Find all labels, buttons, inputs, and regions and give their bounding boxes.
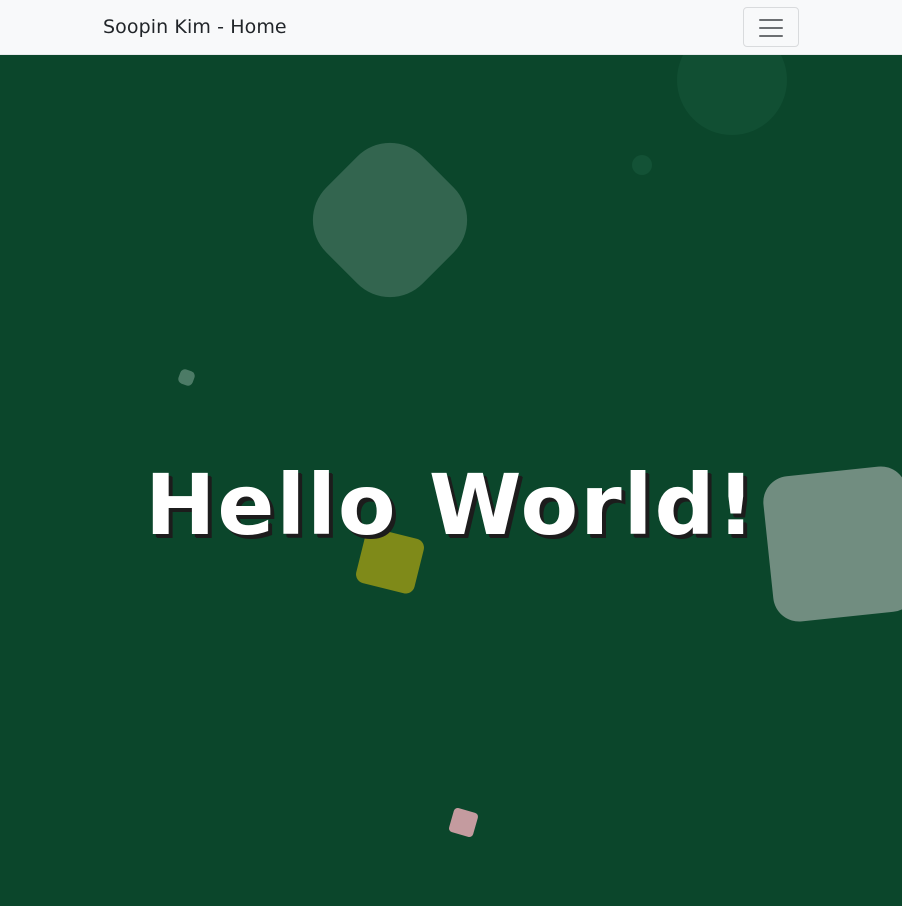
- hero-section: Hello World!: [0, 55, 902, 906]
- decorative-circle-small: [632, 155, 652, 175]
- hero-headline: Hello World!: [145, 456, 757, 554]
- decorative-square-pink: [448, 807, 479, 838]
- decorative-blob-large: [293, 123, 487, 317]
- decorative-dot: [176, 367, 197, 388]
- navbar: Soopin Kim - Home: [0, 0, 902, 55]
- navbar-brand[interactable]: Soopin Kim - Home: [103, 14, 287, 40]
- decorative-circle-large: [677, 55, 787, 135]
- navbar-toggler-button[interactable]: [743, 7, 799, 47]
